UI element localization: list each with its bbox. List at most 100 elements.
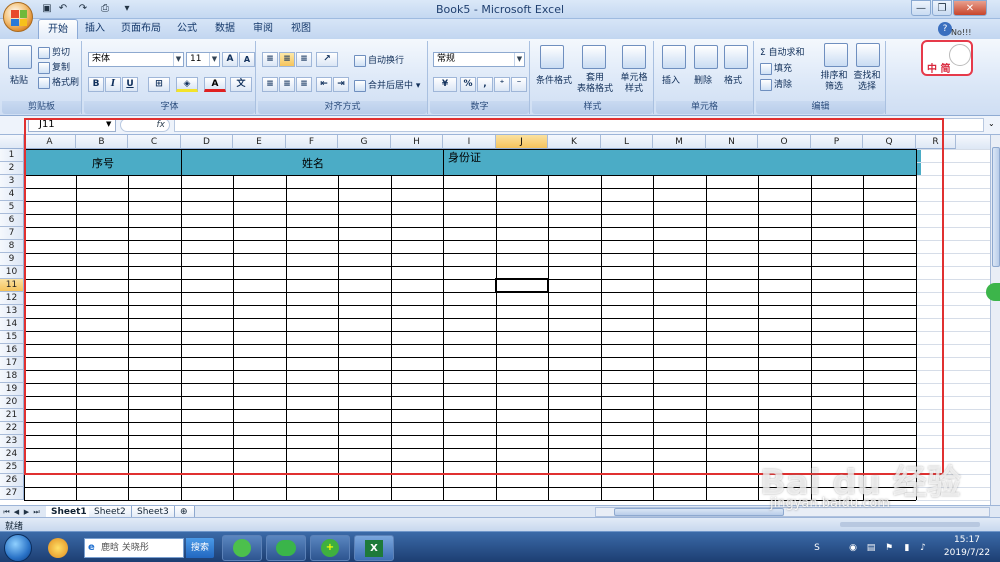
minimize-button[interactable]: — xyxy=(911,0,931,16)
taskbar-clock[interactable]: 15:17 2019/7/22 xyxy=(934,534,1000,560)
zoom-slider[interactable] xyxy=(840,522,980,527)
percent-button[interactable]: % xyxy=(460,77,476,92)
align-top-icon[interactable]: ≡ xyxy=(262,52,278,67)
tray-flag-icon[interactable]: ⚑ xyxy=(884,543,894,553)
increase-decimal-icon[interactable]: ⁺ xyxy=(494,77,510,92)
expand-formula-icon[interactable]: ⌄ xyxy=(988,119,995,128)
row-header-2[interactable]: 2 xyxy=(0,162,24,175)
wechat-app-icon[interactable] xyxy=(266,535,306,561)
shrink-font-button[interactable]: A xyxy=(239,52,255,67)
print-preview-icon[interactable]: ⎙ xyxy=(98,2,112,16)
paste-button[interactable]: 粘贴 xyxy=(10,73,28,86)
floating-assistant-icon[interactable] xyxy=(986,283,1000,301)
help-icon[interactable]: ? xyxy=(938,22,952,36)
row-header-8[interactable]: 8 xyxy=(0,240,24,253)
row-header-16[interactable]: 16 xyxy=(0,344,24,357)
wrap-text-button[interactable]: 自动换行 xyxy=(354,53,404,67)
insert-cells-button[interactable]: 插入 xyxy=(662,73,680,86)
tab-insert[interactable]: 插入 xyxy=(76,19,114,39)
row-header-13[interactable]: 13 xyxy=(0,305,24,318)
row-header-23[interactable]: 23 xyxy=(0,435,24,448)
tab-review[interactable]: 审阅 xyxy=(244,19,282,39)
tray-signal-icon[interactable]: ▮ xyxy=(902,543,912,553)
tab-page-layout[interactable]: 页面布局 xyxy=(112,19,170,39)
row-header-1[interactable]: 1 xyxy=(0,149,24,162)
align-right-icon[interactable]: ≡ xyxy=(296,77,312,92)
table-format-button[interactable]: 套用 表格格式 xyxy=(574,73,616,95)
conditional-format-button[interactable]: 条件格式 xyxy=(534,73,574,86)
sort-filter-button[interactable]: 排序和 筛选 xyxy=(818,71,850,93)
row-header-7[interactable]: 7 xyxy=(0,227,24,240)
italic-button[interactable]: I xyxy=(105,77,121,92)
grow-font-button[interactable]: A xyxy=(222,52,238,67)
row-header-11[interactable]: 11 xyxy=(0,279,24,292)
row-header-26[interactable]: 26 xyxy=(0,474,24,487)
row-header-4[interactable]: 4 xyxy=(0,188,24,201)
first-sheet-icon[interactable]: ⏮ xyxy=(2,507,11,517)
select-all-button[interactable] xyxy=(0,135,24,149)
underline-button[interactable]: U xyxy=(122,77,138,92)
row-header-10[interactable]: 10 xyxy=(0,266,24,279)
decrease-indent-icon[interactable]: ⇤ xyxy=(316,77,332,92)
format-painter-button[interactable]: 格式刷 xyxy=(38,75,79,89)
row-header-5[interactable]: 5 xyxy=(0,201,24,214)
align-middle-icon[interactable]: ≡ xyxy=(279,52,295,67)
align-left-icon[interactable]: ≡ xyxy=(262,77,278,92)
tray-shield-icon[interactable]: ◉ xyxy=(848,543,858,553)
format-cells-button[interactable]: 格式 xyxy=(724,73,742,86)
tab-formulas[interactable]: 公式 xyxy=(168,19,206,39)
app-plus-icon[interactable]: + xyxy=(310,535,350,561)
autosum-button[interactable]: Σ 自动求和 xyxy=(760,45,805,58)
merge-center-button[interactable]: 合并后居中 ▾ xyxy=(354,78,420,92)
tray-sogou-icon[interactable]: S xyxy=(812,543,822,553)
delete-cells-button[interactable]: 删除 xyxy=(694,73,712,86)
vertical-scrollbar[interactable] xyxy=(990,135,1000,505)
excel-app-icon[interactable]: X xyxy=(354,535,394,561)
row-header-21[interactable]: 21 xyxy=(0,409,24,422)
next-sheet-icon[interactable]: ▶ xyxy=(22,507,31,517)
currency-icon[interactable]: ¥ xyxy=(433,77,457,92)
clear-button[interactable]: 清除 xyxy=(760,77,792,91)
copy-button[interactable]: 复制 xyxy=(38,60,70,74)
app-360-icon[interactable] xyxy=(222,535,262,561)
find-select-button[interactable]: 查找和 选择 xyxy=(850,71,884,93)
row-header-20[interactable]: 20 xyxy=(0,396,24,409)
row-header-6[interactable]: 6 xyxy=(0,214,24,227)
ime-widget[interactable]: No!!! 中 简 xyxy=(921,28,973,76)
number-format-select[interactable]: 常规 ▼ xyxy=(433,52,525,67)
bold-button[interactable]: B xyxy=(88,77,104,92)
horizontal-scroll-thumb[interactable] xyxy=(614,508,784,516)
row-header-25[interactable]: 25 xyxy=(0,461,24,474)
font-color-icon[interactable]: A xyxy=(204,77,226,92)
font-size-select[interactable]: 11 ▼ xyxy=(186,52,220,67)
increase-indent-icon[interactable]: ⇥ xyxy=(333,77,349,92)
align-center-icon[interactable]: ≡ xyxy=(279,77,295,92)
tab-home[interactable]: 开始 xyxy=(38,19,78,39)
row-header-3[interactable]: 3 xyxy=(0,175,24,188)
cell-styles-button[interactable]: 单元格 样式 xyxy=(616,73,652,95)
row-header-18[interactable]: 18 xyxy=(0,370,24,383)
taskbar-search-button[interactable]: 搜索 xyxy=(186,538,214,558)
comma-button[interactable]: , xyxy=(477,77,493,92)
row-header-22[interactable]: 22 xyxy=(0,422,24,435)
start-button[interactable] xyxy=(4,534,32,562)
last-sheet-icon[interactable]: ⏭ xyxy=(32,507,41,517)
align-bottom-icon[interactable]: ≡ xyxy=(296,52,312,67)
taskbar-search-input[interactable]: 鹿晗 关晓彤 xyxy=(84,538,184,558)
browser-app-icon[interactable] xyxy=(40,535,78,561)
undo-icon[interactable]: ↶ xyxy=(56,2,70,16)
restore-button[interactable]: ❐ xyxy=(932,0,952,16)
redo-icon[interactable]: ↷ xyxy=(76,2,90,16)
decrease-decimal-icon[interactable]: ⁻ xyxy=(511,77,527,92)
office-button[interactable] xyxy=(3,2,33,32)
cut-button[interactable]: 剪切 xyxy=(38,45,70,59)
orientation-icon[interactable]: ↗ xyxy=(316,52,338,67)
row-header-27[interactable]: 27 xyxy=(0,487,24,500)
close-button[interactable]: ✕ xyxy=(953,0,987,16)
save-icon[interactable]: ▣ xyxy=(40,2,54,16)
font-name-select[interactable]: 宋体 ▼ xyxy=(88,52,184,67)
fill-color-icon[interactable]: ◈ xyxy=(176,77,198,92)
row-header-14[interactable]: 14 xyxy=(0,318,24,331)
row-header-9[interactable]: 9 xyxy=(0,253,24,266)
row-header-17[interactable]: 17 xyxy=(0,357,24,370)
